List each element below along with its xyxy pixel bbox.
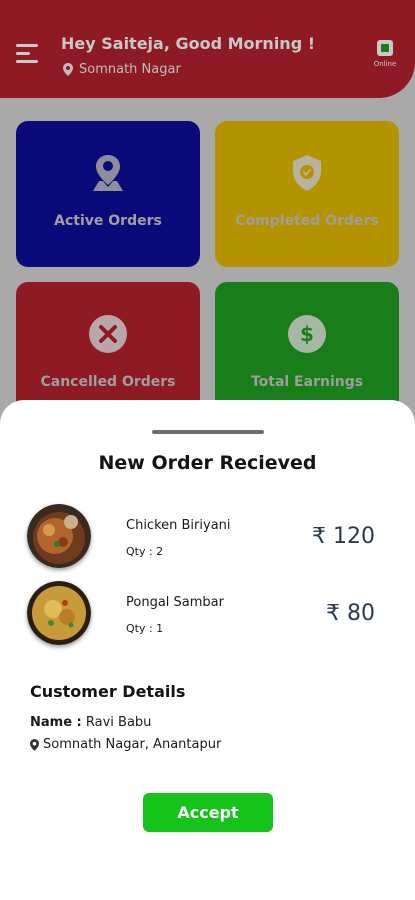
tile-active-orders[interactable]: Active Orders [16,121,200,267]
menu-icon[interactable] [16,44,38,66]
item-qty: Qty : 2 [126,545,164,558]
location-pin-icon [63,63,73,76]
order-item: Pongal Sambar Qty : 1 ₹ 80 [27,581,387,647]
location-text: Somnath Nagar [79,62,181,77]
item-name: Pongal Sambar [126,595,224,610]
dollar-circle-icon: $ [287,314,327,354]
tile-label: Active Orders [54,213,162,229]
location-row: Somnath Nagar [63,62,181,77]
online-toggle[interactable]: Online [370,40,400,68]
svg-text:$: $ [300,322,314,346]
customer-address-row: Somnath Nagar, Anantapur [30,737,221,752]
greeting-text: Hey Saiteja, Good Morning ! [61,34,316,53]
customer-name: Ravi Babu [85,715,152,730]
new-order-sheet: New Order Recieved Chicken Biriyani Qty … [0,400,415,900]
customer-address: Somnath Nagar, Anantapur [43,737,222,752]
item-name: Chicken Biriyani [126,518,231,533]
online-status-icon [377,40,393,56]
food-image-pongal [27,581,91,645]
app-header: Hey Saiteja, Good Morning ! Somnath Naga… [0,0,415,98]
food-image-biriyani [27,504,91,568]
customer-details-heading: Customer Details [30,682,186,701]
customer-name-row: Name : Ravi Babu [30,715,151,730]
accept-button[interactable]: Accept [143,793,273,832]
tile-label: Completed Orders [235,213,379,229]
item-price: ₹ 120 [312,524,375,549]
item-qty: Qty : 1 [126,622,164,635]
close-circle-icon [88,314,128,354]
customer-name-label: Name : [30,715,82,730]
sheet-drag-handle[interactable] [152,430,264,434]
status-label: Online [373,60,397,68]
tile-completed-orders[interactable]: Completed Orders [215,121,399,267]
sheet-title: New Order Recieved [98,452,317,474]
tile-label: Total Earnings [250,374,364,390]
tile-label: Cancelled Orders [40,374,176,390]
shield-check-icon [287,153,327,193]
location-pin-icon [30,738,39,751]
location-pin-icon [88,153,128,193]
item-price: ₹ 80 [326,601,375,626]
order-item: Chicken Biriyani Qty : 2 ₹ 120 [27,504,387,570]
